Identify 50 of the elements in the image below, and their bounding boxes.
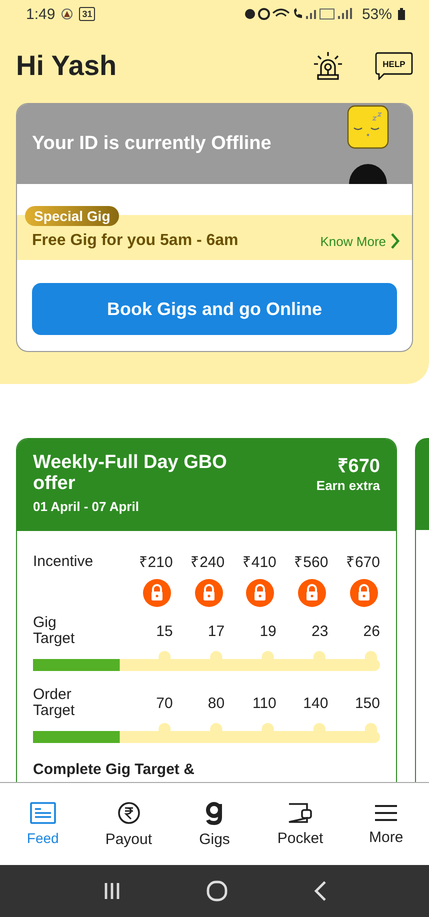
battery-icon: [398, 8, 405, 20]
recent-apps-icon[interactable]: [102, 882, 120, 900]
greeting-title: Hi Yash: [16, 50, 118, 82]
order-target-value: 110: [251, 694, 276, 712]
book-gigs-button[interactable]: Book Gigs and go Online: [32, 283, 397, 335]
back-icon[interactable]: [312, 880, 326, 902]
incentive-amount: ₹240: [190, 553, 225, 571]
incentive-amount: ₹410: [241, 553, 276, 571]
feed-icon: [30, 802, 56, 824]
incentive-amount: ₹210: [138, 553, 173, 571]
offer-amount: ₹670: [337, 455, 380, 478]
order-target-value: 140: [302, 694, 328, 712]
special-gig-text: Free Gig for you 5am - 6am: [32, 232, 240, 250]
incentive-amount: ₹670: [344, 553, 380, 571]
calendar-icon: 31: [79, 7, 96, 21]
navigation-icon: [61, 8, 74, 20]
gigs-logo-icon: [204, 800, 224, 824]
status-time: 1:49: [26, 6, 56, 22]
special-gig-banner[interactable]: Special Gig Free Gig for you 5am - 6am Know More: [17, 206, 412, 260]
know-more-link[interactable]: Know More: [320, 234, 386, 248]
offer-dates: 01 April - 07 April: [33, 499, 140, 514]
nav-tab[interactable]: Payout: [94, 800, 164, 848]
home-icon[interactable]: [206, 880, 228, 902]
chevron-right-icon: [390, 232, 400, 250]
gig-target-value: 23: [310, 622, 328, 640]
menu-icon: [374, 802, 398, 822]
earn-extra-label: Earn extra: [316, 478, 380, 493]
gig-target-value: 26: [362, 622, 380, 640]
offer-title: Weekly-Full Day GBO offer: [33, 452, 228, 494]
nav-tab[interactable]: Gigs: [179, 800, 250, 848]
siren-icon[interactable]: [313, 50, 343, 80]
special-gig-badge: Special Gig: [25, 206, 120, 226]
battery-percentage: 53%: [362, 6, 392, 22]
row-label: Order Target: [33, 687, 76, 719]
order-target-value: 150: [354, 694, 380, 712]
offline-message: Your ID is currently Offline: [32, 133, 272, 155]
help-icon[interactable]: HELP: [375, 52, 413, 80]
order-target-value: 80: [206, 694, 225, 712]
order-target-value: 70: [155, 694, 173, 712]
nav-tab[interactable]: Feed: [8, 802, 78, 846]
gig-target-value: 15: [155, 622, 173, 640]
gig-target-value: 17: [206, 622, 225, 640]
row-label: Gig Target: [33, 615, 76, 647]
nav-tab[interactable]: More: [351, 802, 422, 846]
gig-target-value: 19: [258, 622, 276, 640]
nav-tab[interactable]: Pocket: [265, 802, 336, 846]
incentive-amount: ₹560: [293, 553, 328, 571]
rupee-coin-icon: [116, 800, 141, 824]
row-label: Incentive: [33, 552, 94, 570]
offer-footer-text: Complete Gig Target &: [33, 761, 196, 778]
